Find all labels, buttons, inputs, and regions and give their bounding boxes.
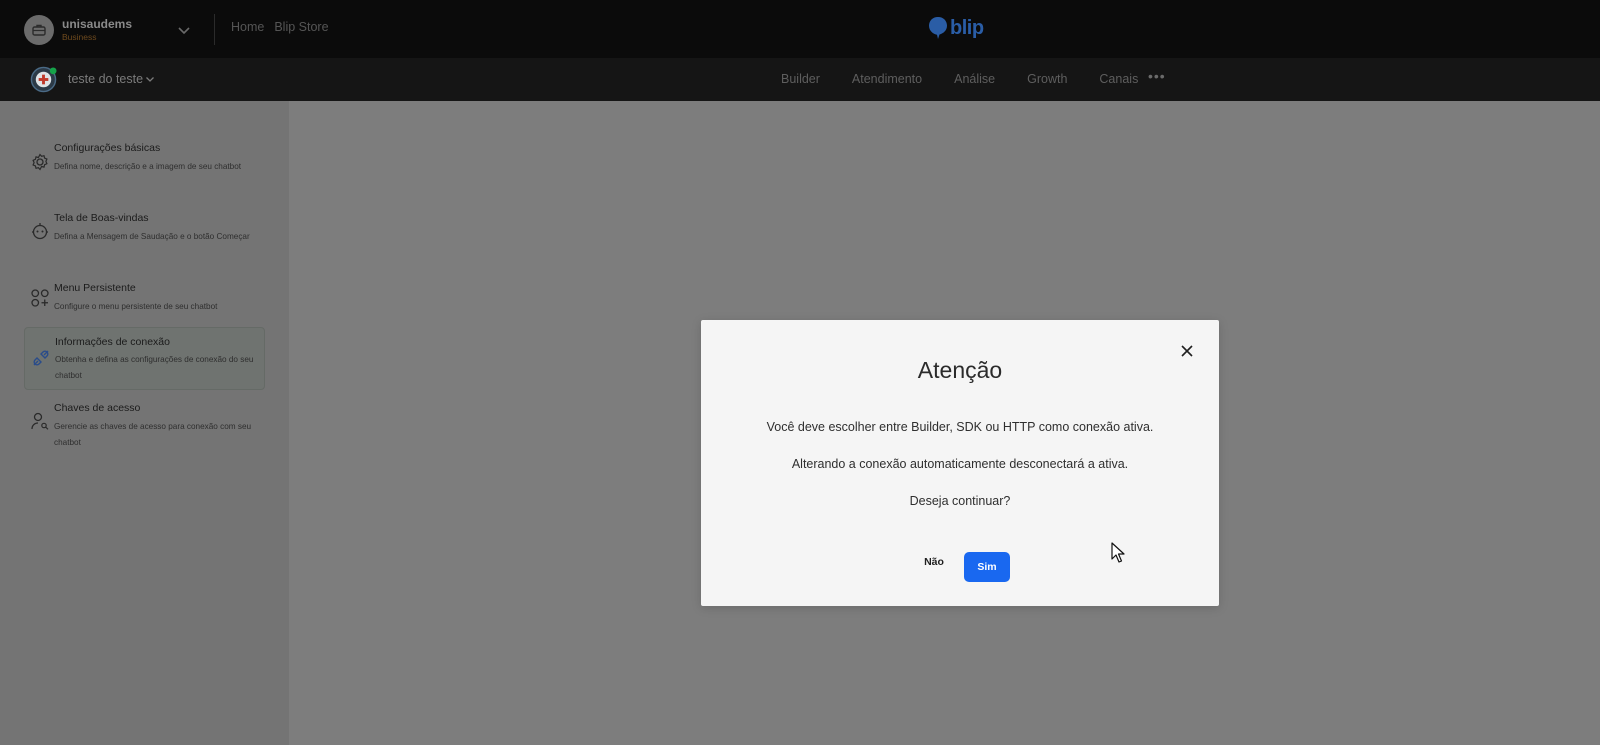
sidebar-item-title: Informações de conexão bbox=[55, 336, 170, 348]
dialog-message: Você deve escolher entre Builder, SDK ou… bbox=[766, 420, 1154, 434]
chevron-down-icon[interactable] bbox=[176, 22, 192, 38]
top-links: Home Blip Store bbox=[231, 20, 329, 34]
organization-name: unisaudems bbox=[62, 17, 133, 31]
sidebar-item-description: Obtenha e defina as configurações de con… bbox=[55, 355, 254, 380]
sidebar-item-title: Chaves de acesso bbox=[54, 402, 141, 414]
organization-avatar bbox=[24, 15, 54, 45]
sidebar-item-menu-persistente[interactable]: Menu Persistente Configure o menu persis… bbox=[24, 279, 265, 313]
brand-name: blip bbox=[950, 16, 984, 39]
sidebar-item-description: Configure o menu persistente de seu chat… bbox=[54, 302, 218, 311]
robot-icon bbox=[32, 223, 48, 240]
bot-avatar[interactable] bbox=[30, 66, 57, 93]
chevron-down-icon bbox=[146, 77, 155, 82]
briefcase-icon bbox=[32, 24, 46, 36]
tab-analise[interactable]: Análise bbox=[954, 72, 995, 86]
connection-icon bbox=[33, 350, 49, 366]
user-key-icon bbox=[31, 412, 49, 430]
tab-builder[interactable]: Builder bbox=[781, 72, 820, 86]
bot-navigation-bar: teste do teste Builder Atendimento Análi… bbox=[0, 58, 1600, 101]
tab-canais[interactable]: Canais bbox=[1099, 72, 1138, 86]
no-button[interactable]: Não bbox=[919, 551, 949, 573]
home-link[interactable]: Home bbox=[231, 20, 264, 34]
dialog-message: Alterando a conexão automaticamente desc… bbox=[791, 457, 1129, 471]
tab-atendimento[interactable]: Atendimento bbox=[852, 72, 922, 86]
sidebar-item-title: Configurações básicas bbox=[54, 142, 161, 154]
more-options-icon[interactable]: ••• bbox=[1148, 68, 1166, 84]
dialog-title: Atenção bbox=[917, 357, 1003, 383]
sidebar-item-configuracoes-basicas[interactable]: Configurações básicas Defina nome, descr… bbox=[24, 139, 265, 189]
blip-store-link[interactable]: Blip Store bbox=[274, 20, 328, 34]
blip-logo-icon bbox=[929, 17, 947, 39]
sidebar-item-title: Menu Persistente bbox=[54, 282, 136, 294]
tab-growth[interactable]: Growth bbox=[1027, 72, 1067, 86]
bot-selector[interactable]: teste do teste bbox=[68, 72, 155, 86]
organization-switcher[interactable]: unisaudems Business bbox=[24, 14, 194, 46]
bot-name: teste do teste bbox=[68, 72, 144, 86]
organization-plan: Business bbox=[62, 32, 97, 42]
brand-logo[interactable]: blip bbox=[928, 16, 984, 40]
sidebar-item-tela-boas-vindas[interactable]: Tela de Boas-vindas Defina a Mensagem de… bbox=[24, 209, 265, 259]
sidebar-item-description: Defina a Mensagem de Saudação e o botão … bbox=[54, 232, 250, 241]
gear-icon bbox=[32, 153, 48, 171]
top-bar: unisaudems Business Home Blip Store blip bbox=[0, 0, 1600, 58]
mouse-cursor-icon bbox=[1111, 542, 1125, 563]
sidebar-item-title: Tela de Boas-vindas bbox=[54, 212, 149, 224]
settings-sidebar: Configurações básicas Defina nome, descr… bbox=[0, 101, 289, 745]
sidebar-item-informacoes-conexao[interactable]: Informações de conexão Obtenha e defina … bbox=[24, 327, 265, 390]
apps-grid-icon bbox=[31, 289, 49, 307]
sidebar-item-description: Defina nome, descrição e a imagem de seu… bbox=[54, 162, 242, 171]
yes-button[interactable]: Sim bbox=[964, 552, 1010, 582]
sidebar-item-chaves-acesso[interactable]: Chaves de acesso Gerencie as chaves de a… bbox=[24, 399, 265, 449]
top-divider bbox=[214, 14, 215, 45]
confirmation-dialog: Atenção Você deve escolher entre Builder… bbox=[701, 320, 1219, 606]
dialog-question: Deseja continuar? bbox=[909, 494, 1011, 508]
sidebar-item-description: Gerencie as chaves de acesso para conexã… bbox=[54, 422, 252, 447]
main-nav-tabs: Builder Atendimento Análise Growth Canai… bbox=[781, 72, 1170, 86]
